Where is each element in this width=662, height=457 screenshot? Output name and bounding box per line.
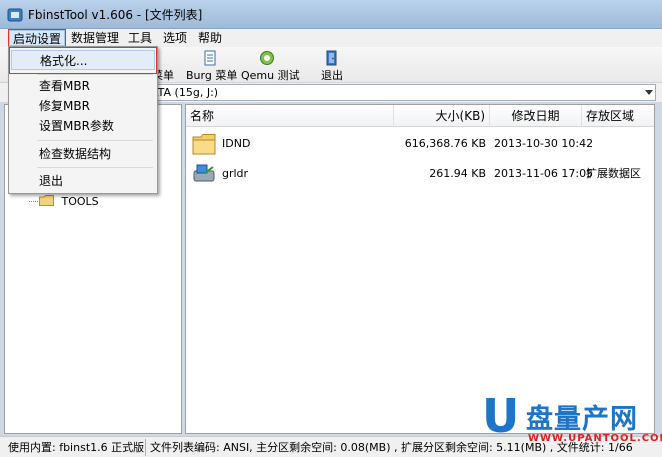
burg-menu-button[interactable]: Burg 菜单 — [186, 50, 238, 82]
title-bar: FbinstTool v1.606 - [文件列表] — [0, 0, 662, 29]
tree-node-tools[interactable]: TOOLS — [29, 195, 99, 208]
file-list[interactable]: 名称 大小(KB) 修改日期 存放区域 IDND 616,368.76 KB 2… — [185, 104, 655, 434]
menu-item-format[interactable]: 格式化... — [11, 50, 155, 70]
row-area: 扩展数据区 — [586, 167, 641, 180]
table-row[interactable]: IDND 616,368.76 KB 2013-10-30 10:42 — [186, 129, 654, 159]
grldr-app-icon — [193, 164, 215, 182]
menu-bar: 启动设置 数据管理 工具 选项 帮助 — [0, 29, 662, 47]
watermark-brand: 盘量产网 — [526, 404, 638, 435]
folder-icon — [192, 134, 216, 155]
app-icon — [7, 8, 23, 22]
column-header-name[interactable]: 名称 — [186, 105, 394, 127]
menu-options[interactable]: 选项 — [160, 30, 190, 46]
folder-icon — [39, 195, 54, 206]
table-row[interactable]: grldr 261.94 KB 2013-11-06 17:05 扩展数据区 — [186, 159, 654, 189]
menu-tools[interactable]: 工具 — [125, 30, 155, 46]
burg-menu-label: Burg 菜单 — [186, 69, 238, 82]
menu-boot-settings[interactable]: 启动设置 — [9, 30, 66, 46]
row-name: IDND — [222, 137, 251, 150]
list-header: 名称 大小(KB) 修改日期 存放区域 — [186, 105, 654, 127]
row-date: 2013-10-30 10:42 — [494, 137, 594, 150]
tree-connector — [29, 201, 38, 202]
menu-item-repair-mbr[interactable]: 修复MBR — [11, 96, 155, 116]
site-watermark: U 盘量产网 WWW.UPANTOOL.COM — [482, 389, 662, 445]
row-size: 616,368.76 KB — [404, 137, 486, 150]
menu-separator — [37, 74, 153, 75]
menu-item-mbr-settings[interactable]: 设置MBR参数 — [11, 116, 155, 136]
exit-button[interactable]: 退出 — [318, 50, 346, 82]
watermark-site: WWW.UPANTOOL.COM — [528, 433, 662, 444]
row-size: 261.94 KB — [429, 167, 486, 180]
window-title: FbinstTool v1.606 - [文件列表] — [28, 8, 203, 22]
qemu-icon — [260, 51, 274, 65]
row-date: 2013-11-06 17:05 — [494, 167, 594, 180]
qemu-test-button[interactable]: Qemu 测试 — [241, 50, 300, 82]
menu-item-check-structure[interactable]: 检查数据结构 — [11, 144, 155, 164]
row-name: grldr — [222, 167, 249, 180]
chevron-down-icon[interactable] — [645, 90, 653, 95]
boot-settings-dropdown: 格式化... 查看MBR 修复MBR 设置MBR参数 检查数据结构 退出 — [8, 46, 158, 194]
status-kernel: 使用内置: fbinst1.6 正式版 — [4, 439, 146, 456]
exit-label: 退出 — [321, 69, 343, 82]
tree-node-label: TOOLS — [61, 195, 99, 208]
menu-separator — [37, 140, 153, 141]
qemu-test-label: Qemu 测试 — [241, 69, 300, 82]
drive-select[interactable]: ATA (15g, J:) — [150, 84, 656, 101]
exit-door-icon — [326, 50, 337, 66]
menu-separator — [37, 167, 153, 168]
burg-document-icon — [204, 50, 216, 66]
menu-data-management[interactable]: 数据管理 — [68, 30, 122, 46]
drive-select-value: ATA (15g, J:) — [151, 86, 219, 99]
menu-item-view-mbr[interactable]: 查看MBR — [11, 76, 155, 96]
row-area — [582, 129, 656, 159]
column-header-area[interactable]: 存放区域 — [582, 105, 656, 127]
menu-item-exit[interactable]: 退出 — [11, 171, 155, 191]
menu-help[interactable]: 帮助 — [195, 30, 225, 46]
column-header-date[interactable]: 修改日期 — [490, 105, 582, 127]
column-header-size[interactable]: 大小(KB) — [394, 105, 490, 127]
watermark-letter: U — [482, 389, 520, 443]
